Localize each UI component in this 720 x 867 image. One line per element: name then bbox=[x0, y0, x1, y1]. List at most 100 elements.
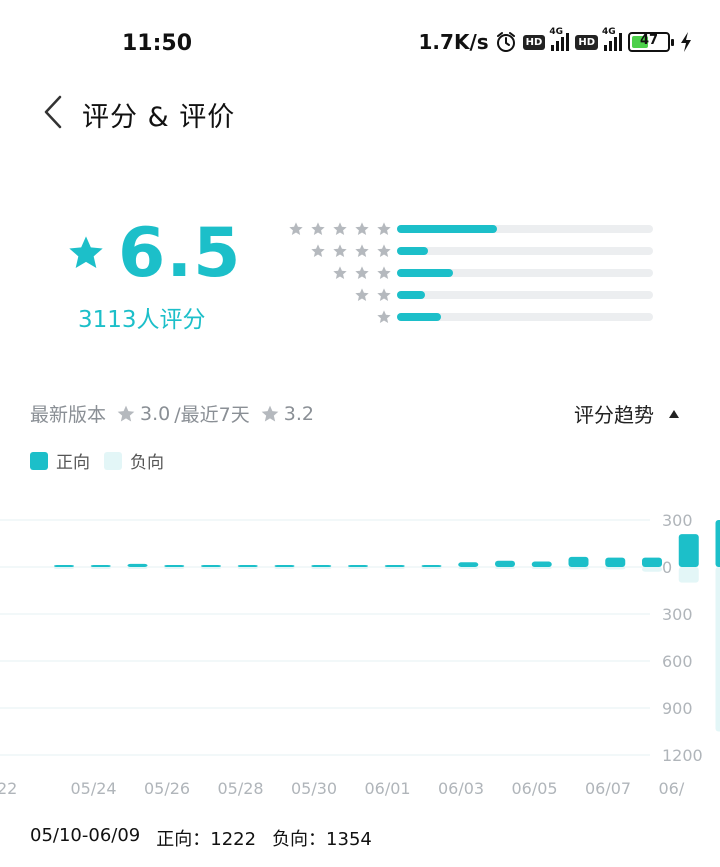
bar-negative bbox=[201, 567, 221, 569]
bar-negative bbox=[164, 567, 185, 569]
distribution-track bbox=[397, 313, 653, 321]
star-icon bbox=[311, 222, 325, 235]
x-tick-label: 06/07 bbox=[585, 779, 631, 798]
bar-negative bbox=[715, 567, 720, 732]
distribution-row-5-star bbox=[260, 221, 660, 237]
distribution-row-2-star bbox=[260, 287, 660, 303]
x-tick-label: 22 bbox=[0, 779, 17, 798]
footer-summary: 05/10-06/09 正向：1222 负向：1354 bbox=[30, 825, 372, 851]
distribution-fill bbox=[397, 313, 441, 321]
distribution-row-4-star bbox=[260, 243, 660, 259]
bar-negative bbox=[237, 567, 258, 569]
x-tick-label: 05/30 bbox=[291, 779, 337, 798]
legend-label-negative: 负向 bbox=[130, 453, 164, 473]
y-tick-label: 600 bbox=[662, 652, 693, 671]
distribution-track bbox=[397, 269, 653, 277]
x-tick-label: 06/01 bbox=[365, 779, 411, 798]
chart-legend: 正向 负向 bbox=[30, 448, 164, 473]
rating-count: 3113人评分 bbox=[78, 307, 206, 333]
bar-negative bbox=[642, 567, 662, 572]
alarm-icon bbox=[496, 32, 515, 52]
star-icon bbox=[355, 222, 369, 235]
distribution-row-1-star bbox=[260, 309, 660, 325]
distribution-row-3-star bbox=[260, 265, 660, 281]
star-icon bbox=[355, 266, 369, 279]
y-tick-label: 300 bbox=[662, 605, 693, 624]
star-icon bbox=[289, 222, 303, 235]
hd-badge: HD bbox=[575, 34, 598, 50]
date-range: 05/10-06/09 bbox=[30, 825, 141, 846]
distribution-fill bbox=[397, 247, 428, 255]
average-score: 6.5 bbox=[118, 214, 242, 293]
y-tick-label: 0 bbox=[662, 558, 672, 577]
bar-negative bbox=[458, 567, 479, 569]
star-icon bbox=[355, 288, 369, 301]
rating-trend-label: 评分趋势 bbox=[574, 403, 654, 427]
rating-trend-chart: 300 0 300 600 900 1200 22 05/24 05/26 05/28 05/30 0… bbox=[0, 511, 720, 798]
page-title: 评分 & 评价 bbox=[82, 102, 236, 133]
star-icon bbox=[333, 222, 347, 235]
recent-7days-label: /最近7天 bbox=[174, 404, 250, 426]
star-icon bbox=[333, 266, 347, 279]
star-icon bbox=[261, 405, 279, 421]
status-time: 11:50 bbox=[122, 31, 193, 56]
legend-label-positive: 正向 bbox=[56, 453, 90, 473]
x-tick-label: 06/03 bbox=[438, 779, 484, 798]
bar-positive bbox=[311, 565, 332, 567]
bar-negative bbox=[274, 567, 295, 569]
bar-positive bbox=[605, 557, 626, 567]
negative-total: 负向：1354 bbox=[272, 829, 372, 850]
x-tick-label: 06/05 bbox=[512, 779, 558, 798]
y-tick-label: 900 bbox=[662, 699, 693, 718]
bar-positive bbox=[531, 561, 552, 567]
back-button[interactable] bbox=[40, 92, 70, 132]
distribution-fill bbox=[397, 269, 454, 277]
bar-positive bbox=[458, 562, 479, 567]
bar-positive bbox=[237, 565, 258, 567]
signal-icon: 4G bbox=[549, 27, 570, 51]
x-tick-label: 05/26 bbox=[144, 779, 190, 798]
caret-up-icon bbox=[669, 409, 679, 418]
bar-positive bbox=[421, 565, 442, 567]
star-icon bbox=[377, 310, 391, 323]
network-type: 4G bbox=[549, 27, 563, 37]
bar-positive bbox=[274, 565, 295, 567]
bar-positive bbox=[164, 565, 185, 567]
bar-positive bbox=[127, 563, 148, 567]
star-icon bbox=[377, 222, 391, 235]
star-icon bbox=[311, 244, 325, 257]
bar-negative bbox=[384, 567, 405, 569]
x-tick-label: 06/ bbox=[659, 779, 685, 798]
version-score-row: 最新版本 3.0 /最近7天 3.2 bbox=[30, 400, 314, 427]
bar-negative bbox=[568, 567, 589, 570]
y-tick-label: 1200 bbox=[662, 746, 703, 765]
star-icon bbox=[333, 244, 347, 257]
bar-negative bbox=[605, 567, 626, 570]
distribution-track bbox=[397, 225, 653, 233]
bar-positive bbox=[568, 556, 589, 567]
bar-negative bbox=[54, 567, 74, 569]
distribution-track bbox=[397, 291, 653, 299]
distribution-fill bbox=[397, 225, 497, 233]
charging-icon bbox=[681, 32, 691, 52]
battery-level: 47 bbox=[639, 33, 659, 48]
bar-positive bbox=[715, 520, 720, 567]
bar-positive bbox=[678, 534, 699, 567]
star-icon bbox=[377, 266, 391, 279]
distribution-fill bbox=[397, 291, 426, 299]
bar-positive bbox=[348, 565, 368, 567]
star-icon bbox=[69, 236, 103, 268]
hd-badge: HD bbox=[522, 34, 546, 50]
bar-negative bbox=[495, 567, 515, 569]
positive-total: 正向：1222 bbox=[156, 829, 257, 850]
bar-negative bbox=[90, 567, 111, 569]
rating-trend-toggle[interactable]: 评分趋势 bbox=[574, 399, 680, 428]
net-speed: 1.7K/s bbox=[418, 30, 489, 54]
star-icon bbox=[355, 244, 369, 257]
bar-negative bbox=[531, 567, 552, 569]
legend-swatch-negative bbox=[104, 451, 122, 470]
bar-negative bbox=[421, 567, 442, 569]
bar-negative bbox=[127, 567, 148, 569]
recent-7days-score: 3.2 bbox=[283, 402, 314, 425]
star-icon bbox=[117, 405, 135, 421]
